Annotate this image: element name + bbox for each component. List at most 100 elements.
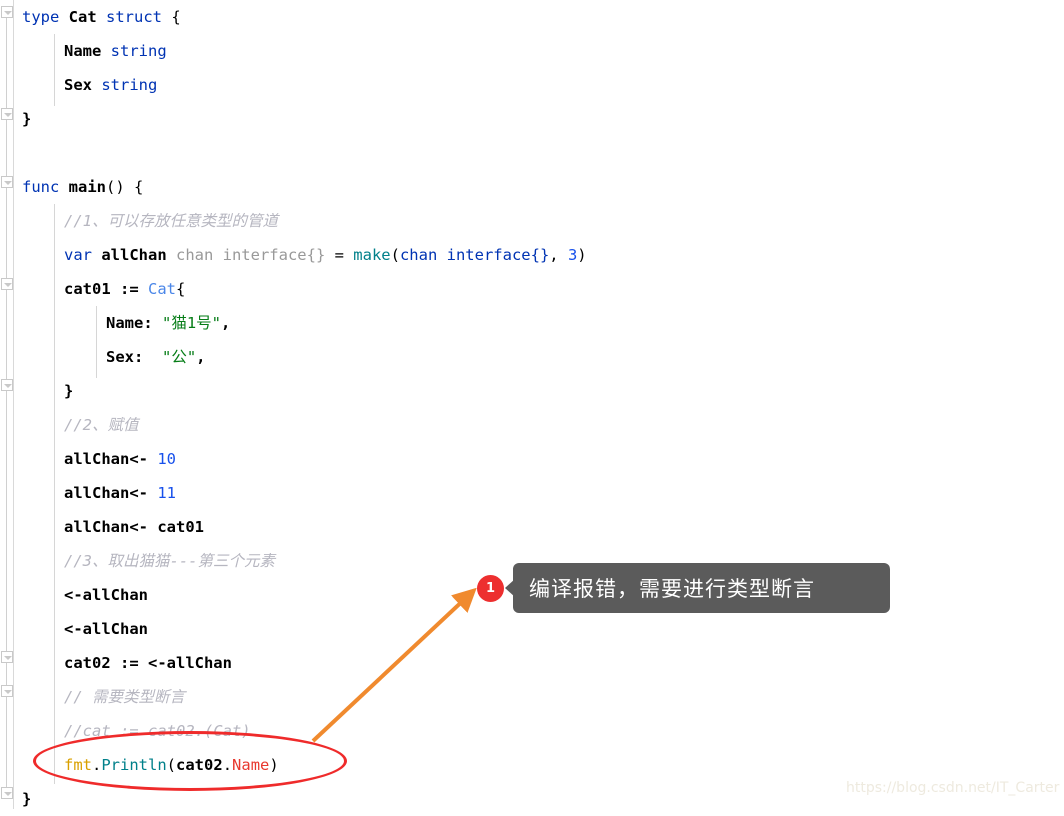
code-token: type <box>22 8 69 26</box>
code-line-text: allChan<- 11 <box>64 484 176 502</box>
code-line[interactable]: allChan<- cat01 <box>0 510 1064 544</box>
code-line[interactable]: allChan<- 11 <box>0 476 1064 510</box>
code-line[interactable]: Sex: "公", <box>0 340 1064 374</box>
code-line-text: Sex: "公", <box>106 348 206 366</box>
code-line[interactable]: var allChan chan interface{} = make(chan… <box>0 238 1064 272</box>
code-line[interactable]: <-allChan <box>0 578 1064 612</box>
code-line-text: var allChan chan interface{} = make(chan… <box>64 246 587 264</box>
code-token: , <box>221 314 231 332</box>
code-token: Sex <box>64 76 102 94</box>
code-line-text: func main() { <box>22 178 143 196</box>
code-token: , <box>549 246 568 264</box>
code-line-text: fmt.Println(cat02.Name) <box>64 756 279 774</box>
code-line[interactable]: Name string <box>0 34 1064 68</box>
code-token: var <box>64 246 102 264</box>
code-content[interactable]: type Cat struct {Name string Sex string} f… <box>0 0 1064 816</box>
code-token: { <box>176 280 186 298</box>
code-token: cat01 := <box>64 280 148 298</box>
code-token: Name <box>64 42 111 60</box>
code-token: Name: <box>106 314 162 332</box>
code-editor[interactable]: type Cat struct {Name string Sex string} f… <box>0 0 1064 809</box>
code-line-text: Sex string <box>64 76 157 94</box>
code-line-text: //1、可以存放任意类型的管道 <box>64 212 278 230</box>
code-token: . <box>222 756 233 774</box>
code-line[interactable]: //1、可以存放任意类型的管道 <box>0 204 1064 238</box>
code-token: cat02 <box>176 756 223 774</box>
code-line-text: <-allChan <box>64 620 148 638</box>
code-line[interactable] <box>0 136 1064 170</box>
code-token: chan interface{} <box>399 246 550 264</box>
code-line[interactable]: // 需要类型断言 <box>0 680 1064 714</box>
code-token: "猫1号" <box>162 314 221 332</box>
code-token: } <box>22 110 32 128</box>
code-token: struct <box>106 8 172 26</box>
code-token: "公" <box>162 348 197 366</box>
code-line[interactable]: } <box>0 102 1064 136</box>
code-line-text: allChan<- cat01 <box>64 518 204 536</box>
code-line-text: //3、取出猫猫---第三个元素 <box>64 552 275 570</box>
code-token: ) <box>577 246 587 264</box>
code-line-text: // 需要类型断言 <box>64 688 185 706</box>
code-line[interactable]: Sex string <box>0 68 1064 102</box>
code-token: //3、取出猫猫---第三个元素 <box>64 552 275 570</box>
code-line[interactable]: type Cat struct { <box>0 0 1064 34</box>
code-line-text: type Cat struct { <box>22 8 181 26</box>
code-token: chan interface{} <box>175 246 335 264</box>
code-token: ( <box>166 756 177 774</box>
code-line-text: //cat := cat02.(Cat) <box>64 722 251 740</box>
code-token: allChan<- cat01 <box>64 518 204 536</box>
code-token: allChan <box>101 246 176 264</box>
code-token: Sex: <box>106 348 162 366</box>
code-line-text: //2、赋值 <box>64 416 139 434</box>
code-line[interactable]: cat02 := <-allChan <box>0 646 1064 680</box>
code-token: 10 <box>157 450 176 468</box>
code-line-text: Name string <box>64 42 167 60</box>
code-line[interactable]: Name: "猫1号", <box>0 306 1064 340</box>
code-line[interactable]: cat01 := Cat{ <box>0 272 1064 306</box>
code-token: main <box>68 178 106 196</box>
indent-guide <box>54 204 55 784</box>
code-line-text: } <box>22 110 31 128</box>
indent-guide <box>54 34 55 106</box>
code-line[interactable]: allChan<- 10 <box>0 442 1064 476</box>
code-line-text: allChan<- 10 <box>64 450 176 468</box>
code-line-text: cat02 := <-allChan <box>64 654 232 672</box>
code-line[interactable]: func main() { <box>0 170 1064 204</box>
code-token: string <box>110 42 167 60</box>
code-token: <-allChan <box>64 620 148 638</box>
code-token: make <box>353 246 391 264</box>
code-token: //cat := cat02.(Cat) <box>64 722 251 740</box>
code-token: . <box>92 756 102 774</box>
code-token: allChan<- <box>64 450 158 468</box>
indent-guide <box>96 306 97 378</box>
code-token: } <box>22 790 32 808</box>
code-token: Cat <box>68 8 106 26</box>
code-token: ( <box>390 246 400 264</box>
code-token: // 需要类型断言 <box>64 688 185 706</box>
code-token: Println <box>101 756 167 774</box>
code-token: //1、可以存放任意类型的管道 <box>64 212 278 230</box>
code-line[interactable]: <-allChan <box>0 612 1064 646</box>
code-token: fmt <box>64 756 92 774</box>
code-line[interactable]: //3、取出猫猫---第三个元素 <box>0 544 1064 578</box>
code-token: } <box>64 382 74 400</box>
code-token: 3 <box>567 246 578 264</box>
code-line-text: } <box>64 382 73 400</box>
code-line-text: <-allChan <box>64 586 148 604</box>
code-line-text: Name: "猫1号", <box>106 314 230 332</box>
code-token: string <box>101 76 158 94</box>
code-token: Name <box>232 756 270 774</box>
code-line-text: cat01 := Cat{ <box>64 280 185 298</box>
code-line[interactable]: //2、赋值 <box>0 408 1064 442</box>
code-line[interactable]: } <box>0 374 1064 408</box>
code-token: = <box>334 246 354 264</box>
code-token: Cat <box>148 280 176 298</box>
code-token: cat02 := <-allChan <box>64 654 232 672</box>
code-line[interactable]: } <box>0 782 1064 816</box>
code-token: () { <box>106 178 144 196</box>
code-line[interactable]: //cat := cat02.(Cat) <box>0 714 1064 748</box>
code-token: { <box>171 8 181 26</box>
code-line-text: } <box>22 790 31 808</box>
code-line[interactable]: fmt.Println(cat02.Name) <box>0 748 1064 782</box>
code-token: <-allChan <box>64 586 148 604</box>
